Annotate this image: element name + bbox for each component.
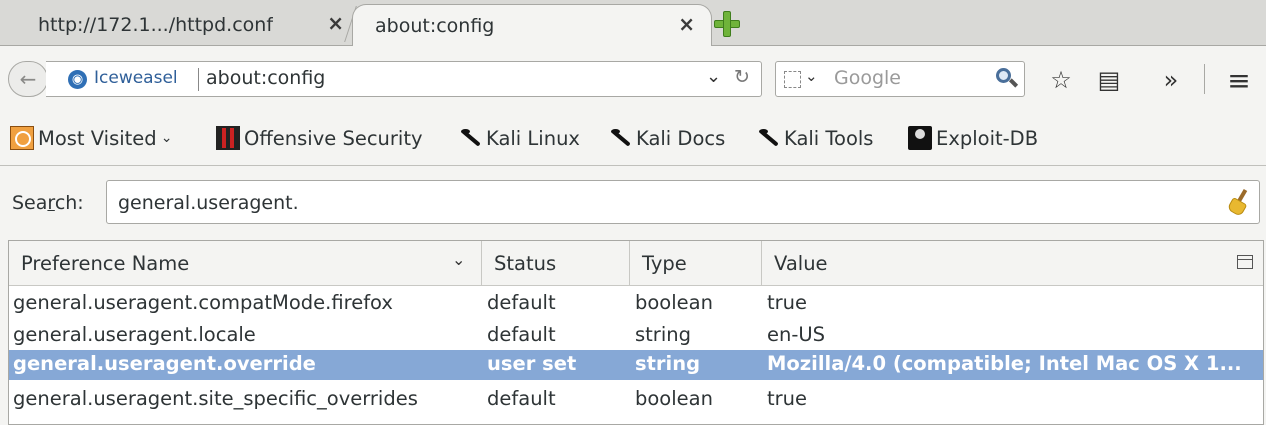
filter-value: general.useragent. xyxy=(118,192,299,214)
table-row[interactable]: general.useragent.site_specific_override… xyxy=(9,384,1263,416)
bookmark-label: Offensive Security xyxy=(244,126,423,150)
kali-dragon-icon xyxy=(458,126,482,150)
pref-value: Mozilla/4.0 (compatible; Intel Mac OS X … xyxy=(767,352,1242,375)
pref-type: string xyxy=(635,352,701,375)
search-label: Search: xyxy=(12,192,84,214)
globe-icon[interactable]: ◉ xyxy=(68,70,87,89)
tab-strip: http://172.1.../httpd.conf × about:confi… xyxy=(0,0,1266,47)
hamburger-menu-icon[interactable]: ≡ xyxy=(1224,64,1254,97)
bookmark-kali-tools[interactable]: Kali Tools xyxy=(756,124,873,152)
bookmark-label: Exploit-DB xyxy=(936,126,1039,150)
preference-filter-input[interactable]: general.useragent. xyxy=(106,180,1260,224)
tab-title: about:config xyxy=(375,15,495,37)
magnifier-icon[interactable] xyxy=(994,66,1019,90)
bookmark-most-visited[interactable]: Most Visited ⌄ xyxy=(10,124,172,152)
pref-value: en-US xyxy=(767,323,826,346)
kali-dragon-icon xyxy=(608,126,632,150)
search-engine-icon[interactable] xyxy=(784,71,801,88)
pref-name: general.useragent.compatMode.firefox xyxy=(13,291,393,314)
pref-status: default xyxy=(487,387,556,410)
bookmark-label: Kali Tools xyxy=(784,126,874,150)
navigation-toolbar: ← ◉ Iceweasel about:config ⌄ ↻ ⌄ Google … xyxy=(0,46,1266,110)
column-header-value[interactable]: Value xyxy=(761,241,1261,286)
pref-value: true xyxy=(767,387,808,410)
close-tab-icon[interactable]: × xyxy=(327,13,344,33)
back-button[interactable]: ← xyxy=(8,61,48,97)
pref-type: boolean xyxy=(635,387,713,410)
bookmark-label: Most Visited xyxy=(38,126,157,150)
pref-value: true xyxy=(767,291,808,314)
column-header-status[interactable]: Status xyxy=(481,241,629,286)
reading-list-icon[interactable]: ▤ xyxy=(1094,65,1124,95)
url-bar[interactable]: ◉ Iceweasel about:config ⌄ ↻ xyxy=(46,61,762,97)
column-header-name[interactable]: Preference Name xyxy=(9,241,481,286)
toolbar-divider xyxy=(1204,64,1205,94)
pref-name: general.useragent.override xyxy=(13,352,316,375)
bookmarks-toolbar: Most Visited ⌄ Offensive Security Kali L… xyxy=(0,110,1266,166)
bookmark-label: Kali Docs xyxy=(636,126,726,150)
table-row[interactable]: general.useragent.locale default string … xyxy=(9,320,1263,352)
pref-name: general.useragent.locale xyxy=(13,323,256,346)
chevron-down-icon: ⌄ xyxy=(160,130,173,146)
search-bar[interactable]: ⌄ Google xyxy=(775,61,1025,97)
reload-icon[interactable]: ↻ xyxy=(734,66,750,88)
bookmark-kali-linux[interactable]: Kali Linux xyxy=(458,124,580,152)
most-visited-icon xyxy=(10,126,34,150)
column-picker-icon[interactable] xyxy=(1237,255,1253,269)
identity-label[interactable]: Iceweasel xyxy=(94,68,178,88)
table-row[interactable]: general.useragent.compatMode.firefox def… xyxy=(9,288,1263,320)
bookmark-offensive-security[interactable]: Offensive Security xyxy=(216,124,423,152)
new-tab-plus-icon[interactable] xyxy=(714,11,740,37)
back-arrow-icon: ← xyxy=(19,67,37,91)
pref-status: user set xyxy=(487,352,577,375)
column-header-type[interactable]: Type xyxy=(629,241,761,286)
exploit-db-icon xyxy=(908,126,932,150)
url-history-dropdown-icon[interactable]: ⌄ xyxy=(706,66,721,87)
offensive-security-icon xyxy=(216,126,240,150)
identity-divider xyxy=(198,68,199,91)
pref-type: string xyxy=(635,323,691,346)
sort-chevron-down-icon[interactable]: ⌄ xyxy=(452,250,465,269)
tab-title: http://172.1.../httpd.conf xyxy=(38,14,274,36)
table-row-selected[interactable]: general.useragent.override user set stri… xyxy=(9,350,1263,380)
tab-about-config[interactable]: about:config × xyxy=(352,4,712,47)
about-config-page: Search: general.useragent. Preference Na… xyxy=(0,166,1266,425)
url-input[interactable]: about:config xyxy=(206,67,325,89)
table-header: Preference Name ⌄ Status Type Value xyxy=(9,241,1263,286)
kali-dragon-icon xyxy=(756,126,780,150)
pref-name: general.useragent.site_specific_override… xyxy=(13,387,418,410)
overflow-chevron-icon[interactable]: » xyxy=(1156,65,1186,95)
search-engine-dropdown-icon[interactable]: ⌄ xyxy=(805,67,818,85)
bookmark-star-icon[interactable]: ☆ xyxy=(1046,65,1076,95)
bookmark-exploit-db[interactable]: Exploit-DB xyxy=(908,124,1038,152)
pref-status: default xyxy=(487,291,556,314)
close-tab-icon[interactable]: × xyxy=(678,14,695,34)
clear-filter-broom-icon[interactable] xyxy=(1226,188,1253,218)
tab-httpd-conf[interactable]: http://172.1.../httpd.conf × xyxy=(0,4,360,46)
pref-type: boolean xyxy=(635,291,713,314)
preferences-table: Preference Name ⌄ Status Type Value gene… xyxy=(8,240,1264,425)
pref-status: default xyxy=(487,323,556,346)
bookmark-kali-docs[interactable]: Kali Docs xyxy=(608,124,725,152)
bookmark-label: Kali Linux xyxy=(486,126,580,150)
search-input[interactable]: Google xyxy=(834,67,901,89)
